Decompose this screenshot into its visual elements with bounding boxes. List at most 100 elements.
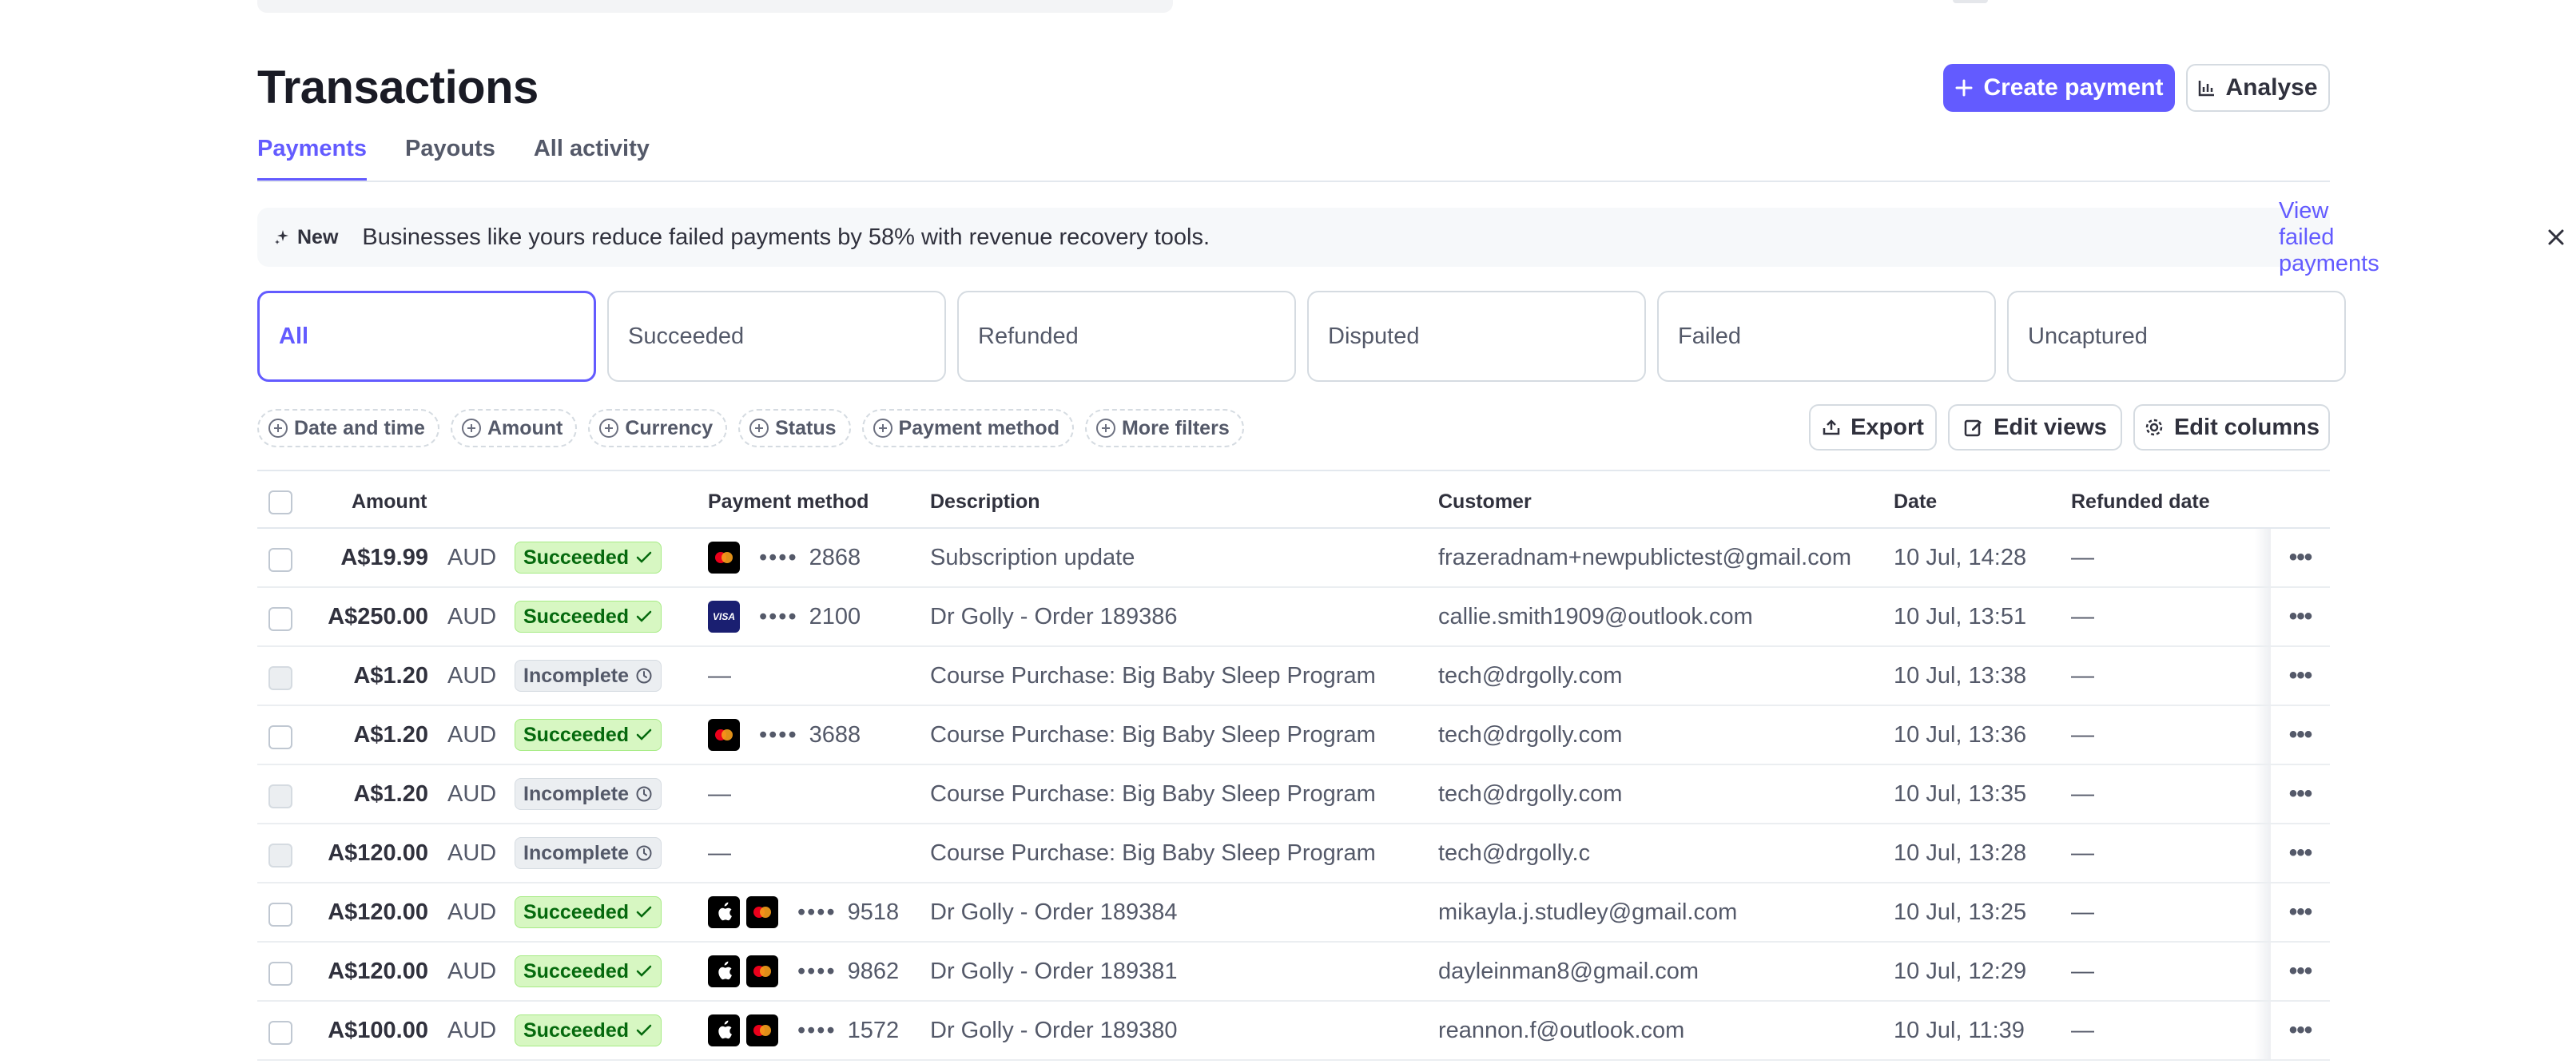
payment-method-cell: •••• 2868	[708, 529, 861, 586]
filter-payment-method[interactable]: Payment method	[861, 409, 1074, 447]
check-icon	[636, 729, 652, 740]
create-payment-button[interactable]: Create payment	[1943, 64, 2175, 112]
sticky-column-shadow	[2255, 1002, 2272, 1059]
apple-pay-icon	[708, 1014, 740, 1046]
clock-icon	[636, 786, 652, 802]
status-badge: Succeeded	[515, 896, 662, 928]
more-horizontal-icon: •••	[2288, 780, 2312, 807]
banner-message: Businesses like yours reduce failed paym…	[362, 224, 1210, 250]
export-button[interactable]: Export	[1809, 404, 1937, 451]
filter-label: Currency	[625, 416, 714, 439]
filter-currency[interactable]: Currency	[588, 409, 728, 447]
add-filter-icon	[873, 419, 892, 438]
currency-cell: AUD	[447, 544, 497, 570]
edit-columns-button[interactable]: Edit columns	[2133, 404, 2330, 451]
customer-cell: tech@drgolly.com	[1438, 721, 1623, 748]
status-label: Incomplete	[523, 664, 629, 687]
close-banner-button[interactable]	[2542, 224, 2570, 251]
row-actions-button[interactable]: •••	[2271, 529, 2330, 586]
date-cell: 10 Jul, 11:39	[1894, 1017, 2025, 1043]
row-actions-button[interactable]: •••	[2271, 765, 2330, 823]
bar-chart-icon	[2199, 81, 2215, 97]
customer-cell: tech@drgolly.com	[1438, 662, 1623, 689]
status-card-all[interactable]: All	[257, 291, 596, 382]
view-failed-payments-link[interactable]: View failed payments	[2279, 198, 2379, 277]
description-cell: Dr Golly - Order 189386	[930, 603, 1178, 629]
sticky-column-shadow	[2255, 943, 2272, 1000]
analyse-label: Analyse	[2225, 74, 2318, 101]
filter-more-filters[interactable]: More filters	[1084, 409, 1244, 447]
tab-payments[interactable]: Payments	[257, 136, 368, 181]
currency-cell: AUD	[447, 840, 497, 866]
row-actions-button[interactable]: •••	[2271, 943, 2330, 1000]
table-row[interactable]: A$100.00 AUD Succeeded •••• 1572 Dr Golly - O…	[257, 1002, 2330, 1061]
sparkle-icon	[275, 230, 288, 244]
status-badge: Succeeded	[515, 601, 662, 633]
refunded-date-cell: —	[2071, 899, 2094, 925]
status-badge: Succeeded	[515, 719, 662, 751]
table-row[interactable]: A$250.00 AUD Succeeded VISA •••• 2100 Dr Golly…	[257, 588, 2330, 647]
more-horizontal-icon: •••	[2288, 603, 2312, 629]
create-payment-label: Create payment	[1983, 74, 2164, 101]
filter-date-and-time[interactable]: Date and time	[257, 409, 439, 447]
status-label: Incomplete	[523, 782, 629, 805]
more-horizontal-icon: •••	[2288, 721, 2312, 748]
column-header-payment-method[interactable]: Payment method	[708, 490, 869, 514]
analyse-button[interactable]: Analyse	[2186, 64, 2330, 112]
card-mask: ••••	[797, 899, 837, 925]
sticky-column-shadow	[2255, 883, 2272, 941]
refunded-date-cell: —	[2071, 780, 2094, 807]
date-cell: 10 Jul, 13:25	[1894, 899, 2027, 925]
more-horizontal-icon: •••	[2288, 1017, 2312, 1043]
table-row[interactable]: A$1.20 AUD Succeeded •••• 3688 Course Purchas…	[257, 706, 2330, 765]
select-all-checkbox[interactable]	[268, 490, 292, 514]
customer-cell: mikayla.j.studley@gmail.com	[1438, 899, 1738, 925]
currency-cell: AUD	[447, 899, 497, 925]
more-horizontal-icon: •••	[2288, 958, 2312, 984]
edit-views-button[interactable]: Edit views	[1948, 404, 2122, 451]
status-card-uncaptured[interactable]: Uncaptured	[2007, 291, 2346, 382]
row-actions-button[interactable]: •••	[2271, 647, 2330, 705]
payment-method-cell: —	[708, 765, 744, 823]
status-cell: Succeeded	[515, 529, 662, 586]
filter-label: Payment method	[898, 416, 1059, 439]
row-actions-button[interactable]: •••	[2271, 706, 2330, 764]
row-actions-button[interactable]: •••	[2271, 824, 2330, 882]
check-icon	[636, 1024, 652, 1036]
customer-cell: callie.smith1909@outlook.com	[1438, 603, 1753, 629]
status-badge: Incomplete	[515, 837, 662, 869]
card-last4: 9862	[847, 958, 900, 984]
mastercard-icon	[708, 719, 740, 751]
table-row[interactable]: A$120.00 AUD Incomplete — Course Purchase: B…	[257, 824, 2330, 883]
tab-all-activity[interactable]: All activity	[534, 136, 650, 181]
row-actions-button[interactable]: •••	[2271, 588, 2330, 645]
filter-status[interactable]: Status	[738, 409, 851, 447]
column-header-date[interactable]: Date	[1894, 490, 1937, 514]
table-row[interactable]: A$120.00 AUD Succeeded •••• 9518 Dr Golly - O…	[257, 883, 2330, 943]
table-row[interactable]: A$1.20 AUD Incomplete — Course Purchase: Big…	[257, 765, 2330, 824]
add-filter-icon	[268, 419, 288, 438]
status-card-disputed[interactable]: Disputed	[1307, 291, 1646, 382]
table-row[interactable]: A$1.20 AUD Incomplete — Course Purchase: Big…	[257, 647, 2330, 706]
status-card-failed[interactable]: Failed	[1657, 291, 1996, 382]
row-actions-button[interactable]: •••	[2271, 1002, 2330, 1059]
table-row[interactable]: A$19.99 AUD Succeeded •••• 2868 Subscription …	[257, 529, 2330, 588]
status-badge: Succeeded	[515, 955, 662, 987]
column-header-refunded-date[interactable]: Refunded date	[2071, 490, 2210, 514]
tab-payouts[interactable]: Payouts	[405, 136, 495, 181]
card-mask: ••••	[797, 958, 837, 984]
column-header-description[interactable]: Description	[930, 490, 1040, 514]
description-cell: Course Purchase: Big Baby Sleep Program	[930, 662, 1376, 689]
column-header-amount[interactable]: Amount	[352, 490, 427, 514]
mastercard-icon	[708, 542, 740, 574]
status-badge: Incomplete	[515, 660, 662, 692]
row-actions-button[interactable]: •••	[2271, 883, 2330, 941]
filter-amount[interactable]: Amount	[450, 409, 578, 447]
customer-cell: frazeradnam+newpublictest@gmail.com	[1438, 544, 1852, 570]
status-card-refunded[interactable]: Refunded	[957, 291, 1296, 382]
card-mask: ••••	[759, 544, 798, 570]
status-card-succeeded[interactable]: Succeeded	[607, 291, 946, 382]
column-header-customer[interactable]: Customer	[1438, 490, 1532, 514]
table-row[interactable]: A$120.00 AUD Succeeded •••• 9862 Dr Golly - O…	[257, 943, 2330, 1002]
card-mask: —	[708, 662, 733, 689]
